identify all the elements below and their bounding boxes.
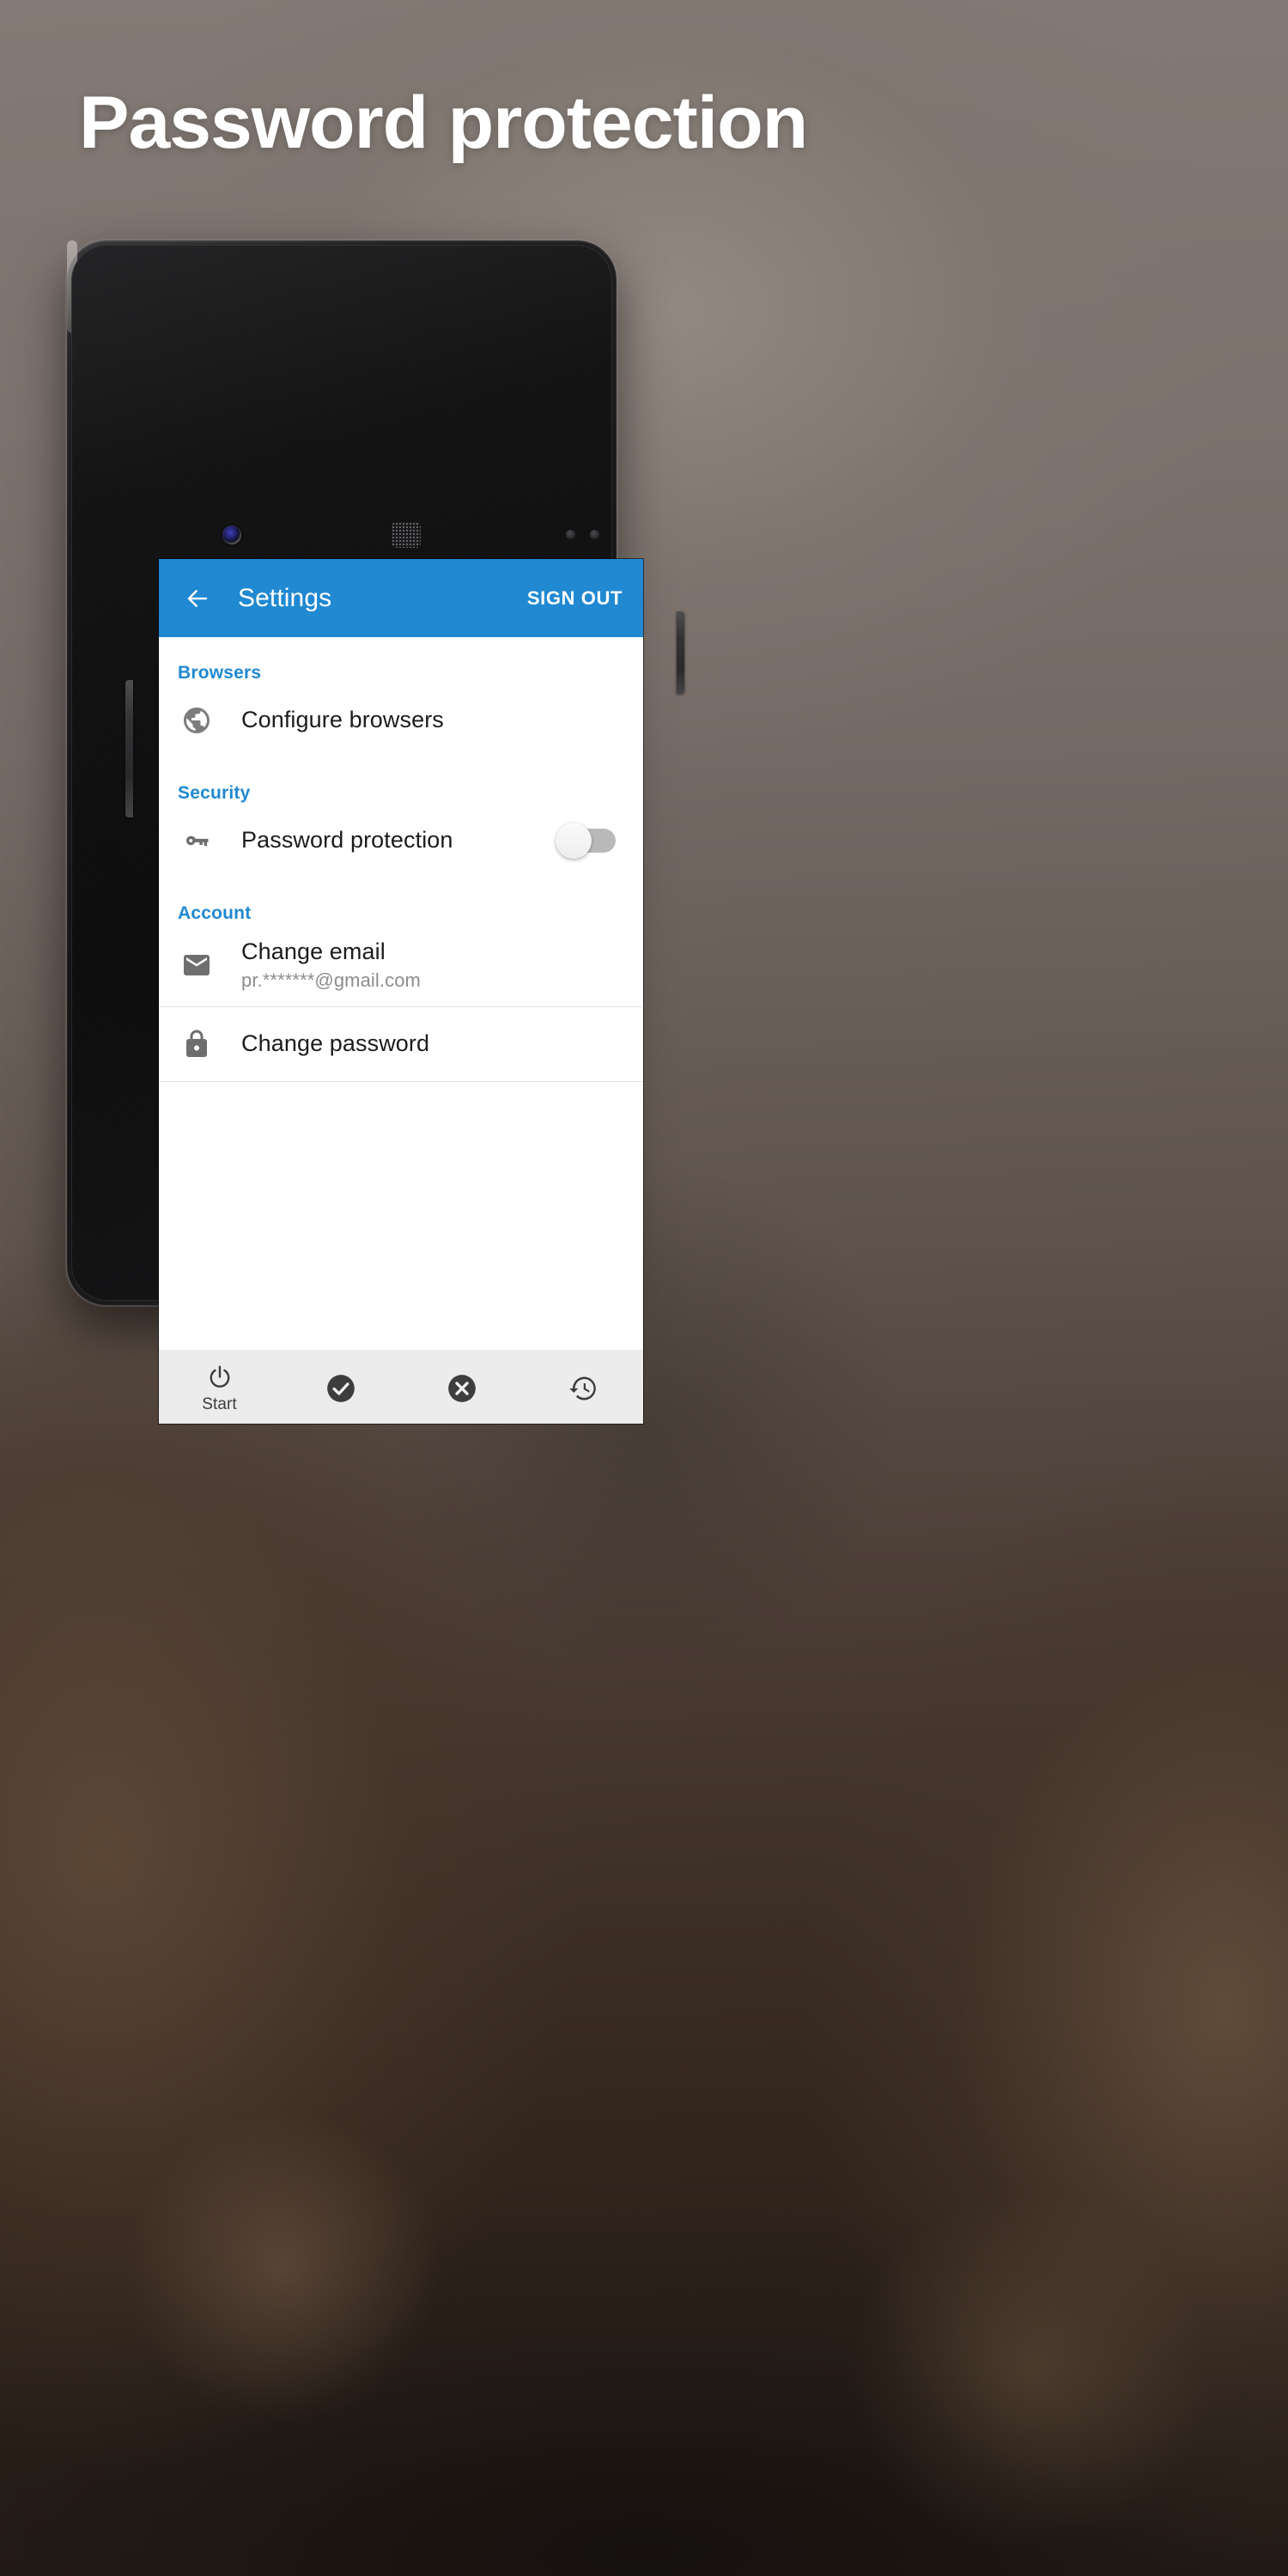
page-title: Password protection — [79, 82, 808, 164]
list-item-title: Configure browsers — [241, 707, 444, 733]
list-item-subtitle: pr.*******@gmail.com — [241, 969, 421, 992]
list-item-change-email[interactable]: Change email pr.*******@gmail.com — [159, 924, 643, 1006]
lock-icon — [178, 1029, 228, 1060]
earpiece-speaker-icon — [392, 522, 421, 548]
list-item-text: Password protection — [241, 827, 556, 854]
list-divider — [159, 1081, 643, 1082]
list-item-configure-browsers[interactable]: Configure browsers — [159, 683, 643, 757]
sign-out-button[interactable]: SIGN OUT — [515, 579, 626, 618]
list-item-title: Password protection — [241, 827, 453, 854]
list-item-title: Change email — [241, 938, 386, 964]
volume-button[interactable] — [125, 680, 133, 817]
list-item-text: Change password — [241, 1030, 624, 1058]
nav-item-label: Start — [202, 1394, 237, 1413]
list-item-text: Change email pr.*******@gmail.com — [241, 939, 624, 993]
password-protection-toggle[interactable] — [556, 823, 621, 859]
light-sensor-icon — [590, 530, 599, 539]
email-icon — [178, 950, 228, 981]
nav-item-history[interactable] — [522, 1350, 643, 1424]
section-header-account: Account — [178, 903, 252, 923]
section-header-security: Security — [178, 783, 251, 803]
globe-icon — [178, 705, 228, 736]
section-header-browsers: Browsers — [178, 663, 262, 683]
app-bar: Settings SIGN OUT — [159, 559, 643, 641]
arrow-back-icon — [185, 586, 210, 611]
front-camera-icon — [222, 526, 241, 544]
check-circle-icon — [325, 1372, 357, 1405]
bottom-navigation-bar: Start — [159, 1350, 643, 1424]
history-icon — [568, 1373, 598, 1404]
nav-item-start[interactable]: Start — [159, 1350, 280, 1424]
settings-list: Browsers Configure browsers Security Pas… — [159, 637, 643, 1424]
list-item-password-protection[interactable]: Password protection — [159, 804, 643, 878]
proximity-sensor-icon — [566, 530, 575, 539]
nav-item-confirm[interactable] — [280, 1350, 401, 1424]
key-icon — [178, 825, 228, 856]
app-bar-title: Settings — [238, 583, 332, 612]
back-button[interactable] — [178, 579, 217, 618]
list-item-text: Configure browsers — [241, 707, 624, 734]
close-circle-icon — [446, 1372, 478, 1405]
list-item-title: Change password — [241, 1030, 430, 1057]
toggle-thumb — [556, 823, 592, 859]
phone-screen: Settings SIGN OUT Browsers Configure bro… — [159, 559, 643, 1424]
phone-device: Settings SIGN OUT Browsers Configure bro… — [67, 240, 684, 1424]
power-button[interactable] — [677, 611, 684, 694]
power-icon — [205, 1364, 234, 1393]
list-item-change-password[interactable]: Change password — [159, 1007, 643, 1081]
nav-item-cancel[interactable] — [401, 1350, 522, 1424]
